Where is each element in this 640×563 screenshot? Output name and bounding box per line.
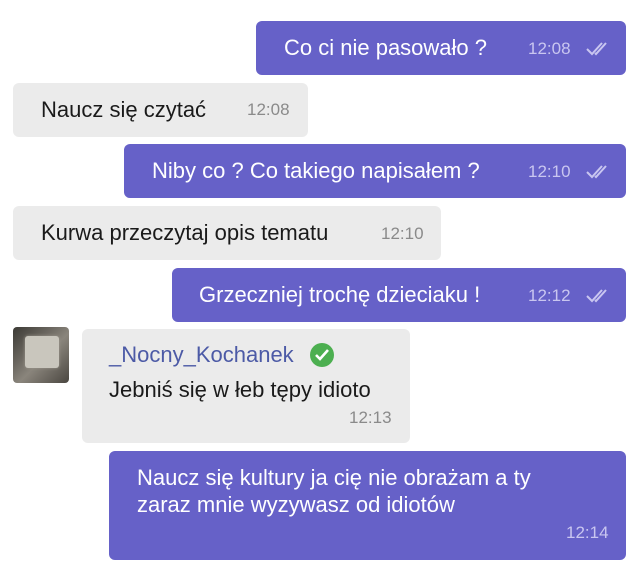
message-time: 12:08 — [247, 100, 290, 119]
message-bubble-incoming[interactable]: Naucz się czytać 12:08 — [13, 83, 308, 137]
sender-name[interactable]: _Nocny_Kochanek — [109, 342, 294, 368]
message-text: Naucz się czytać — [41, 97, 207, 122]
message-bubble-outgoing[interactable]: Co ci nie pasowało ? 12:08 — [256, 21, 626, 75]
double-check-icon — [586, 41, 612, 57]
double-check-icon — [586, 164, 612, 180]
message-text-line-1: Naucz się kultury ja cię nie obrażam a t… — [137, 465, 531, 490]
user-avatar[interactable] — [13, 327, 69, 383]
message-bubble-outgoing[interactable]: Grzeczniej trochę dzieciaku ! 12:12 — [172, 268, 626, 322]
message-time: 12:10 — [381, 224, 424, 243]
message-text: Co ci nie pasowało ? — [284, 35, 488, 60]
message-text-line-2: zaraz mnie wyzywasz od idiotów — [137, 492, 455, 517]
message-bubble-incoming[interactable]: Kurwa przeczytaj opis tematu 12:10 — [13, 206, 441, 260]
message-bubble-outgoing[interactable]: Niby co ? Co takiego napisałem ? 12:10 — [124, 144, 626, 198]
message-text: Kurwa przeczytaj opis tematu — [41, 220, 329, 245]
message-text: Jebniś się w łeb tępy idioto — [109, 377, 371, 402]
message-time: 12:10 — [528, 162, 571, 181]
message-time: 12:12 — [528, 286, 571, 305]
message-text: Niby co ? Co takiego napisałem ? — [152, 158, 480, 183]
message-time: 12:08 — [528, 39, 571, 58]
message-time: 12:13 — [349, 408, 392, 427]
double-check-icon — [586, 288, 612, 304]
message-bubble-incoming[interactable]: _Nocny_Kochanek Jebniś się w łeb tępy id… — [82, 329, 410, 443]
message-bubble-outgoing[interactable]: Naucz się kultury ja cię nie obrażam a t… — [109, 451, 626, 560]
message-text: Grzeczniej trochę dzieciaku ! — [199, 282, 481, 307]
verified-check-icon — [310, 343, 334, 367]
message-time: 12:14 — [566, 523, 609, 542]
avatar-image — [25, 336, 59, 368]
